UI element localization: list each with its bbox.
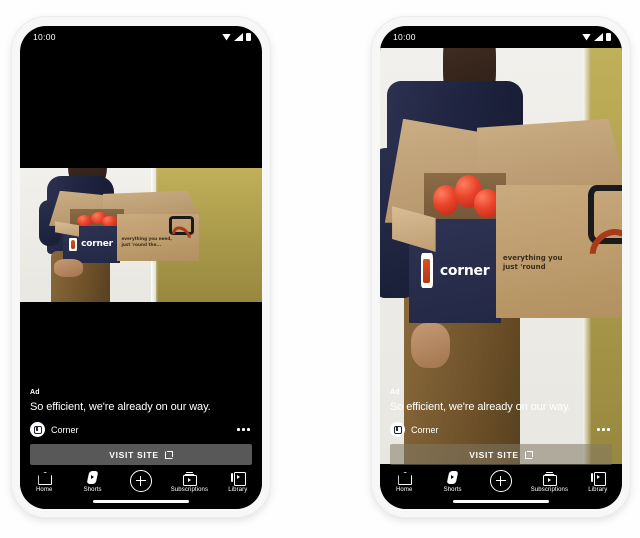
visit-site-label: VISIT SITE	[109, 449, 159, 460]
nav-label-library: Library	[588, 487, 608, 493]
phone-device-left: 10:00 corner everything you need, just '…	[12, 17, 270, 517]
avatar-logo-glyph	[393, 425, 402, 434]
ad-overlay: Ad So efficient, we're already on our wa…	[20, 389, 262, 465]
more-options-icon[interactable]	[595, 424, 612, 435]
battery-icon	[606, 32, 611, 42]
nav-item-subscriptions[interactable]: Subscriptions	[165, 470, 213, 493]
wifi-icon	[582, 33, 591, 41]
corner-avatar-icon[interactable]	[30, 422, 45, 437]
external-link-icon	[524, 450, 533, 459]
nav-item-shorts[interactable]: Shorts	[68, 470, 116, 493]
nav-item-shorts[interactable]: Shorts	[428, 470, 476, 493]
person-hand	[53, 259, 83, 277]
library-icon	[590, 470, 606, 486]
box-tagline: everything you need, just 'round the...	[121, 236, 172, 247]
corner-logo-text: corner	[439, 262, 490, 279]
nav-label-subscriptions: Subscriptions	[530, 487, 569, 493]
home-indicator	[453, 500, 549, 503]
status-bar-time: 10:00	[393, 32, 416, 42]
ad-brand-row: Corner	[30, 422, 252, 437]
shorts-icon	[85, 470, 100, 485]
status-bar: 10:00	[380, 26, 622, 48]
home-icon	[397, 470, 412, 485]
library-icon	[230, 470, 246, 486]
ad-brand-name[interactable]: Corner	[411, 425, 589, 435]
subscriptions-icon	[182, 470, 198, 486]
box-kraft-panel: everything you just 'round	[496, 185, 622, 319]
nav-label-library: Library	[228, 487, 248, 493]
visit-site-button[interactable]: VISIT SITE	[30, 444, 252, 465]
signal-icon	[594, 33, 603, 41]
battery-icon	[246, 32, 251, 42]
corner-box: corner everything you need, just 'round …	[49, 190, 200, 267]
corner-avatar-icon[interactable]	[390, 422, 405, 437]
nav-item-library[interactable]: Library	[214, 470, 262, 493]
status-bar-time: 10:00	[33, 32, 56, 42]
status-bar: 10:00	[20, 26, 262, 48]
screenshot-stage: 10:00 corner everything you need, just '…	[0, 0, 640, 538]
ad-headline: So efficient, we're already on our way.	[390, 401, 571, 414]
corner-logo-icon	[420, 252, 433, 289]
status-bar-icons	[222, 32, 251, 42]
nav-label-home: Home	[396, 487, 413, 493]
corner-logo-icon	[69, 237, 77, 251]
box-tagline: everything you just 'round	[502, 254, 563, 271]
ad-badge: Ad	[390, 389, 400, 397]
corner-logo-text: corner	[81, 238, 113, 249]
nav-item-library[interactable]: Library	[574, 470, 622, 493]
home-indicator	[93, 500, 189, 503]
ad-badge: Ad	[30, 389, 40, 397]
nav-item-home[interactable]: Home	[380, 470, 428, 493]
video-player-fit[interactable]: corner everything you need, just 'round …	[20, 168, 262, 302]
ad-headline: So efficient, we're already on our way.	[30, 401, 211, 414]
phone-screen-left: 10:00 corner everything you need, just '…	[20, 26, 262, 509]
wifi-icon	[222, 33, 231, 41]
person-hand	[411, 322, 451, 369]
ad-brand-row: Corner	[390, 422, 612, 437]
phone-device-right: corner everything you just 'round 10:00 …	[372, 17, 630, 517]
signal-icon	[234, 33, 243, 41]
nav-item-create[interactable]	[477, 470, 525, 492]
nav-label-shorts: Shorts	[443, 487, 462, 493]
avatar-logo-glyph	[33, 425, 42, 434]
external-link-icon	[164, 450, 173, 459]
ad-brand-name[interactable]: Corner	[51, 425, 229, 435]
nav-item-create[interactable]	[117, 470, 165, 492]
tomatoes-group	[433, 173, 501, 223]
nav-label-subscriptions: Subscriptions	[170, 487, 209, 493]
ad-overlay: Ad So efficient, we're already on our wa…	[380, 389, 622, 465]
create-plus-icon	[490, 470, 513, 492]
visit-site-button[interactable]: VISIT SITE	[390, 444, 612, 465]
phone-screen-right: corner everything you just 'round 10:00 …	[380, 26, 622, 509]
nav-item-subscriptions[interactable]: Subscriptions	[525, 470, 573, 493]
box-kraft-panel: everything you need, just 'round the...	[116, 213, 200, 262]
shorts-icon	[445, 470, 460, 485]
create-plus-icon	[130, 470, 153, 492]
nav-label-shorts: Shorts	[83, 487, 102, 493]
visit-site-label: VISIT SITE	[469, 449, 519, 460]
more-options-icon[interactable]	[235, 424, 252, 435]
status-bar-icons	[582, 32, 611, 42]
video-frame: corner everything you need, just 'round …	[20, 168, 262, 302]
nav-item-home[interactable]: Home	[20, 470, 68, 493]
subscriptions-icon	[542, 470, 558, 486]
home-icon	[37, 470, 52, 485]
corner-box: corner everything you just 'round	[384, 118, 622, 327]
nav-label-home: Home	[36, 487, 53, 493]
